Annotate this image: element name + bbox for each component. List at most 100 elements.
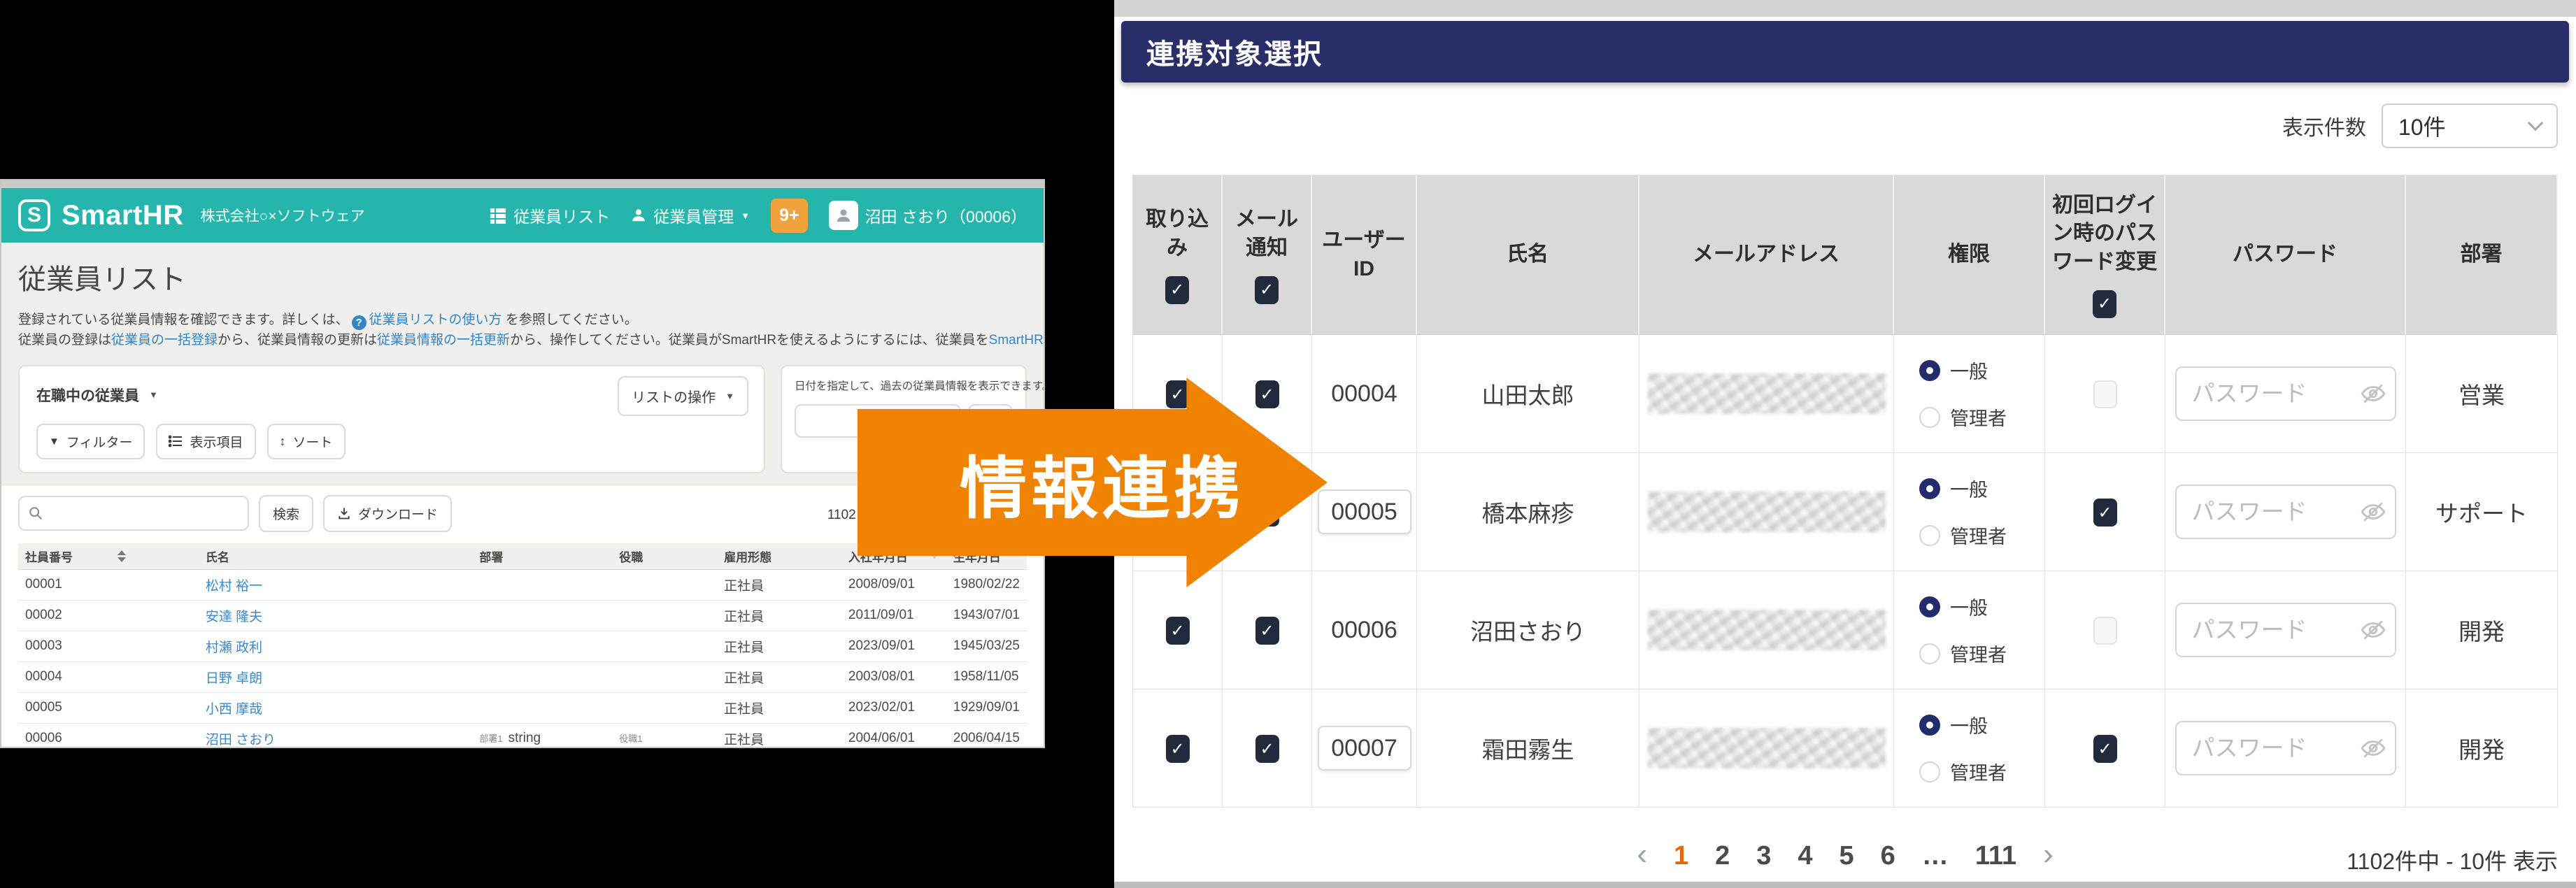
user-id-input[interactable] xyxy=(1318,726,1411,771)
download-button[interactable]: ダウンロード xyxy=(323,495,452,532)
notify-checkbox[interactable]: ✓ xyxy=(1255,380,1279,408)
search-button[interactable]: 検索 xyxy=(259,495,313,532)
link-table: 取り込み✓ メール通知✓ ユーザーID 氏名 メールアドレス 権限 初回ログイン… xyxy=(1132,175,2558,808)
import-all-checkbox[interactable]: ✓ xyxy=(1165,276,1189,304)
user-menu[interactable]: 沼田 さおり（00006） xyxy=(829,201,1027,230)
radio-off-icon xyxy=(1919,525,1940,546)
link-table-header: 取り込み✓ メール通知✓ ユーザーID 氏名 メールアドレス 権限 初回ログイン… xyxy=(1133,176,2558,335)
page-number[interactable]: 1 xyxy=(1674,841,1688,871)
pw-change-checkbox[interactable]: ✓ xyxy=(2093,380,2117,408)
filter-button[interactable]: ▼ フィルター xyxy=(36,424,145,459)
pw-change-all-checkbox[interactable]: ✓ xyxy=(2093,290,2116,318)
link-bulk-update[interactable]: 従業員情報の一括更新 xyxy=(377,333,510,348)
help-icon[interactable]: ? xyxy=(352,315,367,330)
list-actions-button[interactable]: リストの操作 ▼ xyxy=(618,376,748,416)
import-checkbox[interactable]: ✓ xyxy=(1166,735,1190,763)
import-checkbox[interactable]: ✓ xyxy=(1166,617,1190,645)
pw-change-checkbox[interactable]: ✓ xyxy=(2093,735,2117,763)
department-value: サポート xyxy=(2435,501,2528,527)
department-value: 営業 xyxy=(2458,382,2505,408)
link-row: ✓ ✓ 霜田霧生 一般 管理者 ✓ xyxy=(1133,689,2558,808)
notify-all-checkbox[interactable]: ✓ xyxy=(1255,276,1279,304)
radio-on-icon xyxy=(1919,715,1940,736)
user-id-input[interactable] xyxy=(1318,489,1411,534)
notify-checkbox[interactable]: ✓ xyxy=(1255,617,1279,645)
col-password: パスワード xyxy=(2165,176,2406,335)
eye-off-icon[interactable] xyxy=(2360,617,2386,643)
full-name: 沼田さおり xyxy=(1470,619,1586,645)
user-id-value: 00004 xyxy=(1331,380,1397,407)
radio-general[interactable]: 一般 xyxy=(1919,475,1988,502)
col-department[interactable]: 部署 xyxy=(472,543,612,570)
page-size-select[interactable]: 10件 xyxy=(2382,103,2558,148)
table-row: 00003村瀬 政利正社員2023/09/011945/03/25 xyxy=(18,631,1027,661)
prev-page-icon[interactable]: ‹ xyxy=(1637,837,1647,872)
link-target-panel: 連携対象選択 表示件数 10件 取り込み✓ メール通知✓ ユーザーID 氏名 メ… xyxy=(1114,0,2576,888)
employee-link[interactable]: 日野 卓朗 xyxy=(199,661,473,692)
radio-admin[interactable]: 管理者 xyxy=(1919,522,2007,549)
page-number[interactable]: 3 xyxy=(1756,841,1771,871)
search-input[interactable] xyxy=(18,496,249,531)
permission-radio-group: 一般 管理者 xyxy=(1894,357,2044,431)
pw-change-checkbox[interactable]: ✓ xyxy=(2093,499,2117,527)
nav-employee-list[interactable]: 従業員リスト xyxy=(490,203,610,227)
chevron-down-icon: ▼ xyxy=(741,210,750,221)
pagination: ‹ 1 2 3 4 5 6 … 111 › xyxy=(1637,837,2053,872)
nav-employee-manage[interactable]: 従業員管理 ▼ xyxy=(631,203,750,227)
page-number[interactable]: 4 xyxy=(1798,841,1812,871)
col-name[interactable]: 氏名 xyxy=(199,543,473,570)
pw-change-checkbox[interactable]: ✓ xyxy=(2093,617,2117,645)
notify-checkbox[interactable]: ✓ xyxy=(1255,735,1279,763)
eye-off-icon[interactable] xyxy=(2360,499,2386,525)
brand-name: SmartHR xyxy=(62,200,184,231)
full-name: 橋本麻疹 xyxy=(1482,501,1574,527)
list-toolbar-card: 在職中の従業員 ▼ リストの操作 ▼ ▼ フィルター xyxy=(18,365,765,473)
employee-link[interactable]: 小西 摩哉 xyxy=(199,692,473,723)
eye-off-icon[interactable] xyxy=(2360,735,2386,761)
radio-admin[interactable]: 管理者 xyxy=(1919,640,2007,667)
link-row: ✓ ✓ 00004 山田太郎 一般 管理者 ✓ xyxy=(1133,335,2558,453)
radio-admin[interactable]: 管理者 xyxy=(1919,758,2007,785)
panel-title: 連携対象選択 xyxy=(1146,31,1323,72)
user-name: 沼田 さおり（00006） xyxy=(865,203,1027,227)
email-redacted xyxy=(1648,728,1886,768)
col-permission: 権限 xyxy=(1894,176,2045,335)
columns-button[interactable]: 表示項目 xyxy=(156,424,255,459)
intro-line-2: 従業員の登録は従業員の一括登録から、従業員情報の更新は従業員情報の一括更新から、… xyxy=(18,330,1027,350)
page-number[interactable]: 5 xyxy=(1840,841,1854,871)
employee-link[interactable]: 沼田 さおり xyxy=(199,723,473,748)
sort-button[interactable]: ↕ ソート xyxy=(267,424,346,459)
person-icon xyxy=(631,208,646,223)
next-page-icon[interactable]: › xyxy=(2043,837,2054,872)
col-employee-number[interactable]: 社員番号 xyxy=(18,543,199,570)
link-usage-guide[interactable]: 従業員リストの使い方 xyxy=(369,313,502,327)
page-number[interactable]: 111 xyxy=(1975,841,2016,871)
col-user-id: ユーザーID xyxy=(1312,176,1417,335)
table-row: 00001松村 裕一正社員2008/09/011980/02/22 xyxy=(18,569,1027,600)
page-number[interactable]: 2 xyxy=(1715,841,1730,871)
panel-body: 表示件数 10件 取り込み✓ メール通知✓ ユーザーID 氏名 メールアドレス … xyxy=(1114,103,2576,882)
employee-link[interactable]: 村瀬 政利 xyxy=(199,631,473,661)
chevron-down-icon: ▼ xyxy=(725,391,734,401)
link-invite[interactable]: SmartHRに招待 xyxy=(989,333,1045,348)
grid-icon xyxy=(490,207,506,224)
radio-general[interactable]: 一般 xyxy=(1919,357,1988,384)
radio-general[interactable]: 一般 xyxy=(1919,593,1988,620)
search-icon xyxy=(28,506,43,521)
scope-dropdown[interactable]: 在職中の従業員 ▼ xyxy=(36,385,158,406)
page-number[interactable]: 6 xyxy=(1881,841,1895,871)
employee-link[interactable]: 安達 隆夫 xyxy=(199,600,473,631)
panel-top-strip xyxy=(1114,0,2576,17)
radio-on-icon xyxy=(1919,360,1940,381)
import-checkbox[interactable]: ✓ xyxy=(1166,380,1190,408)
radio-general[interactable]: 一般 xyxy=(1919,711,1988,738)
chevron-down-icon: ▼ xyxy=(149,389,158,400)
employee-link[interactable]: 松村 裕一 xyxy=(199,569,473,600)
radio-admin[interactable]: 管理者 xyxy=(1919,403,2007,431)
col-employment-type[interactable]: 雇用形態 xyxy=(717,543,841,570)
notification-badge[interactable]: 9+ xyxy=(771,199,808,233)
col-role[interactable]: 役職 xyxy=(612,543,717,570)
list-icon xyxy=(169,435,183,447)
eye-off-icon[interactable] xyxy=(2360,380,2386,407)
link-bulk-register[interactable]: 従業員の一括登録 xyxy=(111,333,218,348)
